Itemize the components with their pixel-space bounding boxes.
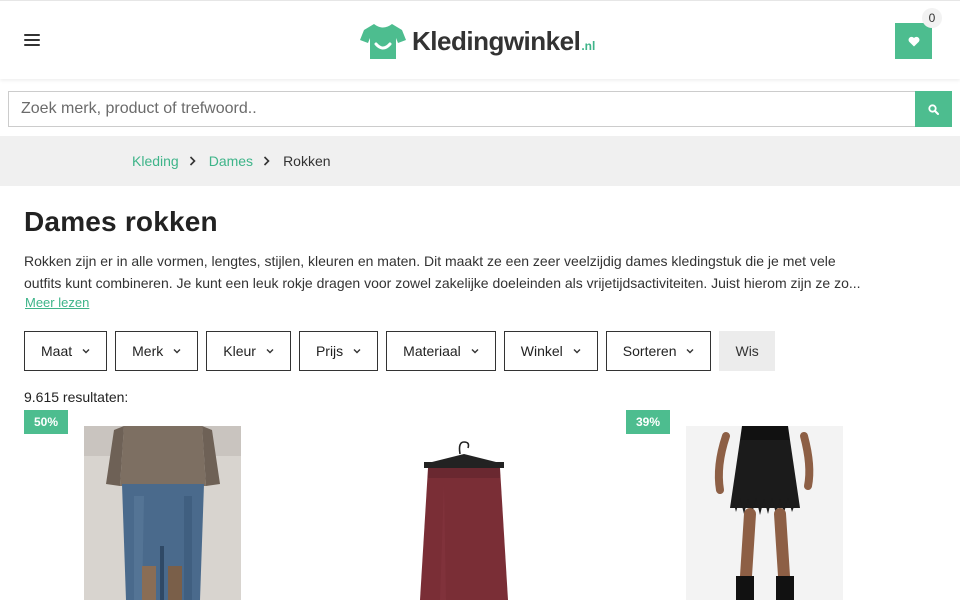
logo-tld: .nl [581, 39, 596, 53]
t-shirt-logo-icon [360, 24, 406, 59]
site-logo[interactable]: Kledingwinkel .nl [360, 21, 595, 61]
chevron-down-icon [82, 349, 90, 354]
breadcrumb-current: Rokken [283, 153, 331, 169]
logo-text: Kledingwinkel [412, 26, 581, 56]
search-input[interactable] [8, 91, 915, 127]
chevron-down-icon [266, 349, 274, 354]
product-image-denim-skirt[interactable] [84, 426, 241, 600]
filter-maat-button[interactable]: Maat [24, 331, 108, 371]
breadcrumb-item-kleding[interactable]: Kleding [132, 153, 179, 169]
wishlist-count-badge: 0 [922, 8, 942, 28]
description-line-2: outfits kunt combineren. Je kunt een leu… [24, 275, 861, 291]
filter-winkel-button[interactable]: Winkel [503, 331, 598, 371]
description-line-1: Rokken zijn er in alle vormen, lengtes, … [24, 253, 836, 269]
heart-icon [908, 36, 919, 46]
clear-filters-button[interactable]: Wis [719, 331, 775, 371]
category-description: Rokken zijn er in alle vormen, lengtes, … [24, 250, 936, 294]
filter-prijs-button[interactable]: Prijs [298, 331, 379, 371]
chevron-right-icon [263, 156, 270, 166]
breadcrumb: Kleding Dames Rokken [132, 136, 331, 186]
discount-badge: 39% [626, 410, 671, 434]
filter-bar: Maat Merk Kleur Prijs Materiaal Winkel S… [24, 331, 775, 371]
results-count: 9.615 resultaten: [24, 389, 129, 405]
product-image-black-fringe-skirt[interactable] [686, 426, 843, 600]
filter-label: Winkel [520, 343, 563, 359]
read-more-link[interactable]: Meer lezen [25, 295, 89, 310]
wishlist-button[interactable] [895, 23, 932, 59]
product-card[interactable]: 39% [626, 410, 906, 600]
discount-badge: 50% [24, 410, 69, 434]
filter-label: Merk [132, 343, 164, 359]
chevron-down-icon [573, 349, 581, 354]
product-card[interactable]: 50% [24, 410, 304, 600]
chevron-down-icon [471, 349, 479, 354]
filter-label: Materiaal [403, 343, 461, 359]
filter-materiaal-button[interactable]: Materiaal [386, 331, 496, 371]
chevron-down-icon [353, 349, 361, 354]
filter-label: Prijs [315, 343, 344, 359]
search-icon [928, 103, 939, 115]
sort-button[interactable]: Sorteren [605, 331, 712, 371]
search-bar [8, 91, 952, 127]
search-button[interactable] [915, 91, 952, 127]
hamburger-menu-icon[interactable] [24, 33, 42, 47]
chevron-right-icon [189, 156, 196, 166]
filter-label: Maat [41, 343, 73, 359]
breadcrumb-bar: Kleding Dames Rokken [0, 136, 960, 186]
filter-label: Sorteren [622, 343, 677, 359]
chevron-down-icon [686, 349, 694, 354]
filter-label: Kleur [223, 343, 256, 359]
filter-merk-button[interactable]: Merk [115, 331, 199, 371]
breadcrumb-item-dames[interactable]: Dames [209, 153, 253, 169]
product-image-burgundy-skirt[interactable] [384, 426, 544, 600]
chevron-down-icon [173, 349, 181, 354]
page-title: Dames rokken [24, 206, 218, 237]
site-header: Kledingwinkel .nl 0 [0, 0, 960, 79]
filter-kleur-button[interactable]: Kleur [206, 331, 291, 371]
product-card[interactable] [324, 410, 604, 600]
